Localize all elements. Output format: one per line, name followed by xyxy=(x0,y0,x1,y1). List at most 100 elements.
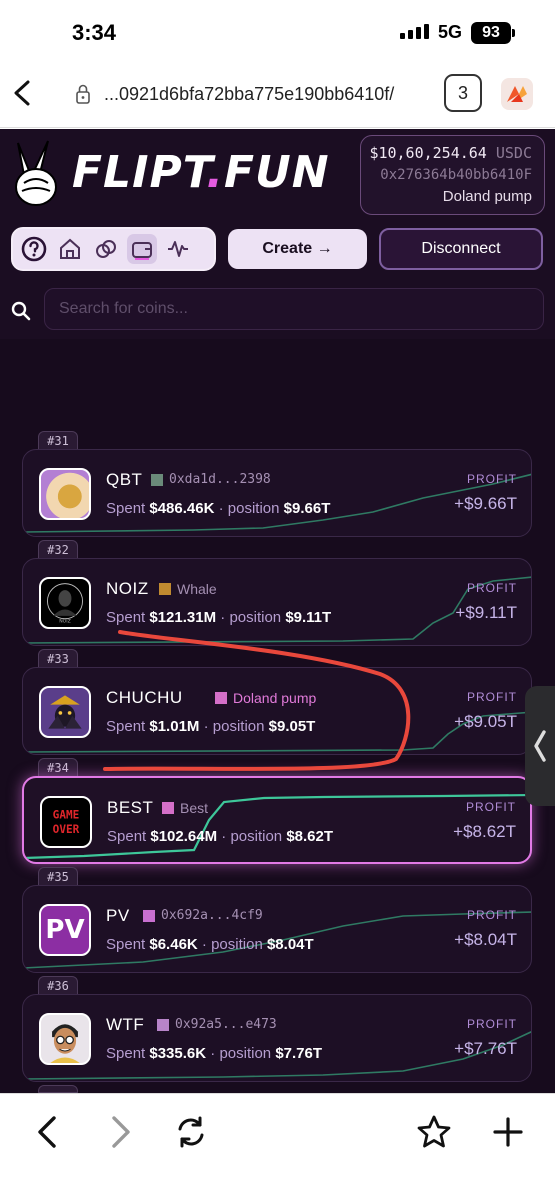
reload-icon[interactable] xyxy=(173,1114,209,1150)
profit-value: +$7.76T xyxy=(454,1039,517,1058)
coin-avatar xyxy=(39,686,91,738)
spent-value: $486.46K xyxy=(149,500,215,517)
coin-ticker: BEST xyxy=(107,798,154,817)
position-label: position xyxy=(227,500,280,517)
balance-value: $10,60,254.64 xyxy=(369,144,487,162)
peace-hand-logo-icon xyxy=(15,140,57,206)
battery-tip xyxy=(512,29,515,37)
coin-ticker: QBT xyxy=(106,470,143,489)
coin-card-wtf[interactable]: WTF 0x92a5...e473 Spent $335.6K · positi… xyxy=(22,994,532,1082)
search-icon xyxy=(11,301,31,321)
new-tab-plus-icon[interactable] xyxy=(490,1114,526,1150)
coins-icon[interactable] xyxy=(91,234,121,264)
battery-icon: 93 xyxy=(471,22,511,44)
browser-bottom-toolbar xyxy=(0,1093,555,1200)
spent-label: Spent xyxy=(106,1045,146,1062)
forward-icon[interactable] xyxy=(102,1114,138,1150)
search-input[interactable] xyxy=(44,288,544,330)
position-value: $8.04T xyxy=(266,936,314,953)
rank-badge: #31 xyxy=(38,431,78,451)
wallet-balance: $10,60,254.64 USDC xyxy=(361,144,532,162)
spent-label: Spent xyxy=(106,609,146,626)
creator-avatar-icon xyxy=(162,802,174,814)
disconnect-button[interactable]: Disconnect xyxy=(379,228,543,270)
tab-count-button[interactable]: 3 xyxy=(444,74,482,112)
rank-badge-partial xyxy=(38,1085,78,1093)
spent-label: Spent xyxy=(106,718,146,735)
pv-avatar-text: PV xyxy=(45,915,85,945)
coin-card-noiz[interactable]: NOIZ NOIZ Whale Spent $121.31M · positio… xyxy=(22,558,532,646)
creator-label: Best xyxy=(162,800,208,816)
creator-name: Doland pump xyxy=(233,690,317,706)
coin-stats: Spent $121.31M · position $9.11T xyxy=(106,609,332,626)
creator-avatar-icon xyxy=(159,583,171,595)
profit-label: PROFIT xyxy=(466,800,516,814)
network-type: 5G xyxy=(438,22,463,42)
bookmark-star-icon[interactable] xyxy=(416,1114,452,1150)
signal-icon xyxy=(400,24,429,39)
url-text[interactable]: ...0921d6bfa72bba775e190bb6410f/ xyxy=(104,84,394,105)
coin-card-qbt[interactable]: QBT 0xda1d...2398 Spent $486.46K · posit… xyxy=(22,449,532,537)
side-drawer-handle[interactable] xyxy=(525,686,555,806)
position-value: $7.76T xyxy=(275,1045,323,1062)
coin-card-best[interactable]: GAME OVER BEST Best Spent $102.64M · posi… xyxy=(22,776,532,864)
profit-value: +$9.05T xyxy=(454,712,517,731)
coin-ticker: NOIZ xyxy=(106,579,149,598)
activity-icon[interactable] xyxy=(163,234,193,264)
spent-value: $1.01M xyxy=(149,718,200,735)
rank-badge: #33 xyxy=(38,649,78,669)
creator-avatar-icon xyxy=(215,692,227,704)
position-label: position xyxy=(211,936,263,953)
coin-stats: Spent $335.6K · position $7.76T xyxy=(106,1045,323,1062)
creator-name: 0x692a...4cf9 xyxy=(161,908,263,923)
help-icon[interactable] xyxy=(19,234,49,264)
coin-card-pv[interactable]: PV PV 0x692a...4cf9 Spent $6.46K · posit… xyxy=(22,885,532,973)
position-label: position xyxy=(219,1045,272,1062)
main-nav xyxy=(11,227,216,271)
wallet-panel[interactable]: $10,60,254.64 USDC 0x276364b40bb6410F Do… xyxy=(360,135,545,215)
position-value: $8.62T xyxy=(286,828,334,845)
lock-icon xyxy=(76,84,90,104)
profit-value: +$9.66T xyxy=(454,494,517,513)
rank-badge: #36 xyxy=(38,976,78,996)
spent-value: $335.6K xyxy=(149,1045,207,1062)
best-avatar-text-bottom: OVER xyxy=(53,823,80,836)
spent-value: $6.46K xyxy=(149,936,198,953)
position-label: position xyxy=(212,718,265,735)
spent-label: Spent xyxy=(106,936,146,953)
creator-name: Whale xyxy=(177,581,217,597)
logo-dot: . xyxy=(206,147,224,198)
browser-url-bar: ...0921d6bfa72bba775e190bb6410f/ 3 xyxy=(0,62,555,128)
brave-menu-icon[interactable] xyxy=(501,78,533,110)
wallet-icon[interactable] xyxy=(127,234,157,264)
creator-label: Whale xyxy=(159,581,217,597)
wallet-name: Doland pump xyxy=(442,188,532,205)
creator-avatar-icon xyxy=(143,909,155,922)
profit-label: PROFIT xyxy=(467,472,517,486)
creator-label: 0x92a5...e473 xyxy=(157,1017,277,1032)
position-value: $9.05T xyxy=(268,718,316,735)
coin-ticker: CHUCHU xyxy=(106,688,183,707)
profit-label: PROFIT xyxy=(467,1017,517,1031)
creator-label: Doland pump xyxy=(215,690,316,706)
logo-text[interactable]: FLIPT.FUN xyxy=(72,147,330,198)
noiz-avatar-text: NOIZ xyxy=(59,618,71,624)
back-arrow-icon[interactable] xyxy=(10,78,36,108)
rank-badge: #34 xyxy=(38,758,78,778)
creator-name: 0xda1d...2398 xyxy=(169,472,271,487)
back-icon[interactable] xyxy=(30,1114,66,1150)
creator-name: 0x92a5...e473 xyxy=(175,1017,277,1032)
creator-label: 0xda1d...2398 xyxy=(151,472,271,487)
create-button[interactable]: Create → xyxy=(228,229,367,269)
home-icon[interactable] xyxy=(55,234,85,264)
flipt-app: FLIPT.FUN $10,60,254.64 USDC 0x276364b40… xyxy=(0,129,555,1093)
profit-sparkline xyxy=(24,793,530,860)
rank-badge: #35 xyxy=(38,867,78,887)
profit-label: PROFIT xyxy=(467,581,517,595)
coin-card-chuchu[interactable]: CHUCHU Doland pump Spent $1.01M · positi… xyxy=(22,667,532,755)
profit-value: +$9.11T xyxy=(455,603,517,622)
creator-name: Best xyxy=(180,800,209,816)
profit-value: +$8.04T xyxy=(454,930,517,949)
logo-tail: FUN xyxy=(223,147,330,198)
position-label: position xyxy=(230,828,283,845)
